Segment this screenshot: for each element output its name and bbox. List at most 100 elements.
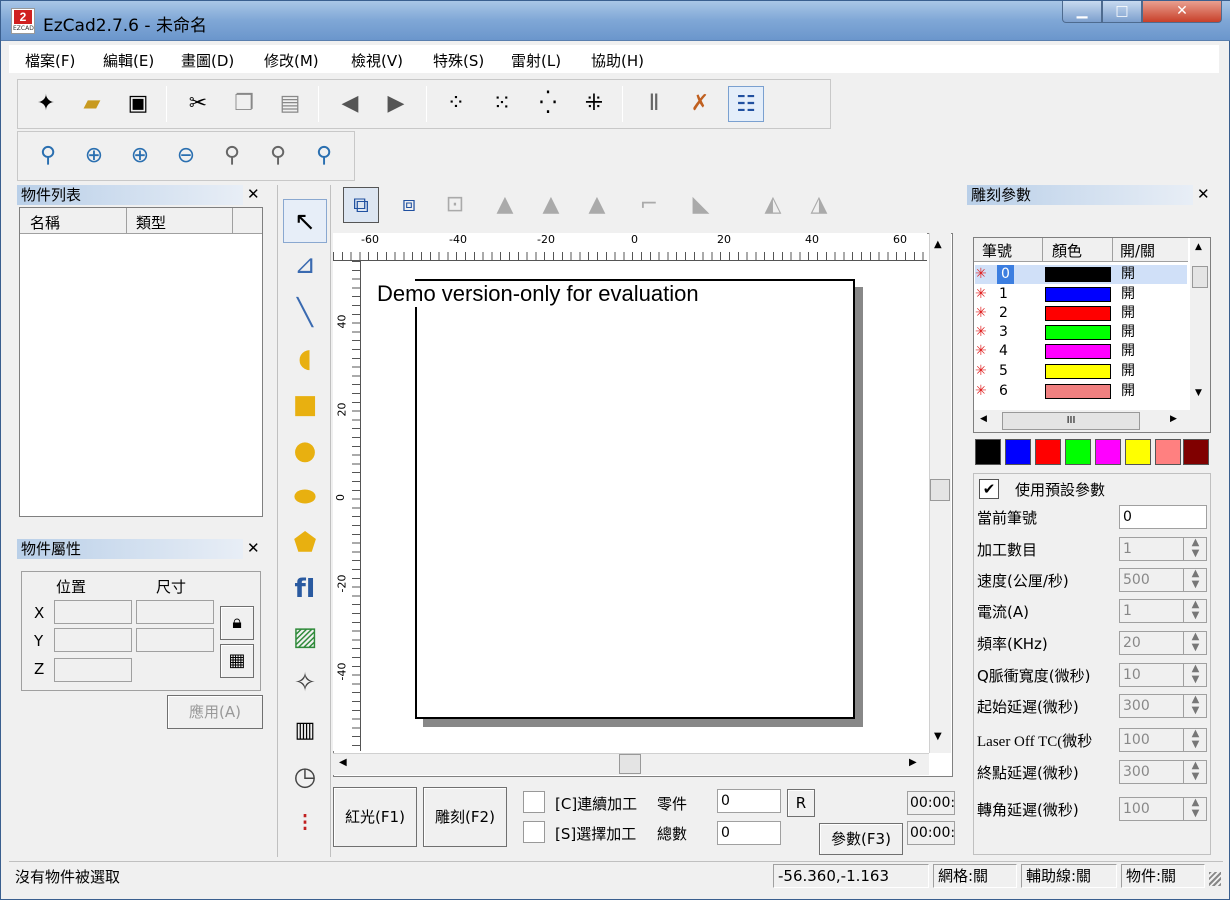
close-window-button[interactable]: ✕ (1142, 1, 1222, 23)
bitmap-icon[interactable]: ▨ (283, 615, 327, 659)
parameters-icon[interactable]: ☷ (728, 86, 764, 122)
spin-arrows-icon[interactable]: ▲ ▼ (1183, 728, 1207, 752)
menu-file[interactable]: 檔案(F) (25, 50, 75, 71)
zoom-out-icon[interactable]: ⊖ (168, 138, 204, 174)
menu-draw[interactable]: 畫圖(D) (181, 50, 234, 71)
align-icon[interactable]: ⌐ (631, 187, 667, 223)
mark-params-close-icon[interactable]: ✕ (1197, 185, 1210, 203)
zoom-all-icon[interactable]: ⚲ (214, 138, 250, 174)
horizontal-scrollbar[interactable]: ◀ ▶ (333, 753, 929, 775)
zoom-icon[interactable]: ⚲ (30, 138, 66, 174)
palette-color[interactable] (1095, 439, 1121, 465)
mark-button[interactable]: 雕刻(F2) (423, 787, 507, 847)
size-x-field[interactable] (136, 600, 214, 624)
menu-modify[interactable]: 修改(M) (264, 50, 319, 71)
zoom-objects-icon[interactable]: ⚲ (260, 138, 296, 174)
object-props-close-icon[interactable]: ✕ (247, 539, 260, 557)
menu-view[interactable]: 檢視(V) (351, 50, 403, 71)
polygon-icon[interactable]: ⬟ (283, 521, 327, 565)
scroll-thumb[interactable] (619, 754, 641, 774)
redo-icon[interactable]: ▶ (378, 86, 414, 122)
scroll-left-icon[interactable]: ◀ (339, 757, 347, 768)
guide-status[interactable]: 輔助線:關 (1021, 864, 1117, 888)
tools-icon[interactable]: ✗ (682, 86, 718, 122)
rectangle-icon[interactable]: ■ (283, 383, 327, 427)
scroll-thumb[interactable]: III (1002, 412, 1140, 430)
pen-row[interactable]: ✳ 3 開 (975, 323, 1187, 342)
menu-edit[interactable]: 編輯(E) (103, 50, 154, 71)
zoom-pan-icon[interactable]: ⊕ (76, 138, 112, 174)
vertical-scrollbar[interactable]: ▲ ▼ (929, 233, 951, 753)
mirror-v-icon[interactable]: ◮ (801, 187, 837, 223)
text-icon[interactable]: fI (283, 567, 327, 611)
palette-color[interactable] (1005, 439, 1031, 465)
palette-color[interactable] (1125, 439, 1151, 465)
ungroup-icon[interactable]: ⧈ (391, 187, 427, 223)
scroll-right-icon[interactable]: ▶ (909, 757, 917, 768)
undo-icon[interactable]: ◀ (332, 86, 368, 122)
palette-color[interactable] (1183, 439, 1209, 465)
scroll-up-icon[interactable]: ▲ (934, 239, 942, 250)
current-pen-field[interactable]: 0 (1119, 505, 1207, 529)
pen-row[interactable]: ✳ 6 開 (975, 382, 1187, 401)
apply-button[interactable]: 應用(A) (167, 695, 263, 729)
pen-list-vscroll[interactable]: ▲ ▼ (1190, 238, 1210, 410)
group-icon[interactable]: ⧉ (343, 187, 379, 223)
menu-laser[interactable]: 雷射(L) (511, 50, 561, 71)
size-y-field[interactable] (136, 628, 214, 652)
disabled-tool-icon[interactable]: ⊡ (437, 187, 473, 223)
continuous-checkbox[interactable] (523, 791, 545, 813)
pen-row[interactable]: ✳ 2 開 (975, 304, 1187, 323)
spin-arrows-icon[interactable]: ▲ ▼ (1183, 631, 1207, 655)
select-checkbox[interactable] (523, 821, 545, 843)
red-light-button[interactable]: 紅光(F1) (333, 787, 417, 847)
circle-icon[interactable]: ● (283, 429, 327, 473)
node-delete-icon[interactable]: ⁛ (530, 86, 566, 122)
line-icon[interactable]: ╲ (283, 291, 327, 335)
node-join-icon[interactable]: ⁜ (576, 86, 612, 122)
spin-arrows-icon[interactable]: ▲ ▼ (1183, 694, 1207, 718)
scroll-left-icon[interactable]: ◀ (980, 414, 987, 424)
pen-list-hscroll[interactable]: ◀ III ▶ (974, 410, 1210, 432)
object-snap-status[interactable]: 物件:關 (1121, 864, 1205, 888)
params-button[interactable]: 參數(F3) (819, 823, 903, 855)
pen-onoff-header[interactable]: 開/關 (1120, 240, 1155, 261)
resize-grip-icon[interactable] (1209, 872, 1221, 886)
grid-status[interactable]: 網格:關 (933, 864, 1017, 888)
barcode-icon[interactable]: ▥ (283, 709, 327, 753)
lock-icon[interactable]: ▲ (487, 187, 523, 223)
new-file-icon[interactable]: ✦ (28, 86, 64, 122)
column-name-header[interactable]: 名稱 (30, 212, 60, 233)
pos-y-field[interactable] (54, 628, 132, 652)
lock-ratio-icon[interactable]: 🔒︎ (220, 606, 254, 640)
maximize-button[interactable]: □ (1102, 1, 1142, 23)
spin-arrows-icon[interactable]: ▲ ▼ (1183, 537, 1207, 561)
select-pointer-icon[interactable]: ↖ (283, 199, 327, 243)
pen-row[interactable]: ✳ 5 開 (975, 362, 1187, 381)
minimize-button[interactable]: ▁ (1062, 1, 1102, 23)
palette-color[interactable] (975, 439, 1001, 465)
copy-icon[interactable]: ❐ (226, 86, 262, 122)
spin-arrows-icon[interactable]: ▲ ▼ (1183, 760, 1207, 784)
curve-edit-icon[interactable]: ⊿ (283, 243, 327, 287)
menu-help[interactable]: 協助(H) (591, 50, 644, 71)
scroll-down-icon[interactable]: ▼ (1195, 388, 1202, 398)
scroll-thumb[interactable] (930, 479, 950, 501)
column-type-header[interactable]: 類型 (136, 212, 166, 233)
vector-file-icon[interactable]: ✧ (283, 661, 327, 705)
io-signal-icon[interactable]: ⁝ (283, 801, 327, 845)
scroll-up-icon[interactable]: ▲ (1195, 242, 1202, 252)
scroll-thumb[interactable] (1192, 266, 1208, 288)
workspace-page[interactable] (415, 279, 855, 719)
save-icon[interactable]: ▣ (120, 86, 156, 122)
spin-arrows-icon[interactable]: ▲ ▼ (1183, 797, 1207, 821)
hatch-icon[interactable]: Ⅱ (636, 86, 672, 122)
anchor-grid-icon[interactable]: ▦ (220, 644, 254, 678)
node-add-icon[interactable]: ⁙ (484, 86, 520, 122)
node-select-icon[interactable]: ⁘ (438, 86, 474, 122)
parts-field[interactable]: 0 (717, 789, 781, 813)
zoom-in-icon[interactable]: ⊕ (122, 138, 158, 174)
zoom-selected-icon[interactable]: ⚲ (306, 138, 342, 174)
total-field[interactable]: 0 (717, 821, 781, 845)
palette-color[interactable] (1035, 439, 1061, 465)
